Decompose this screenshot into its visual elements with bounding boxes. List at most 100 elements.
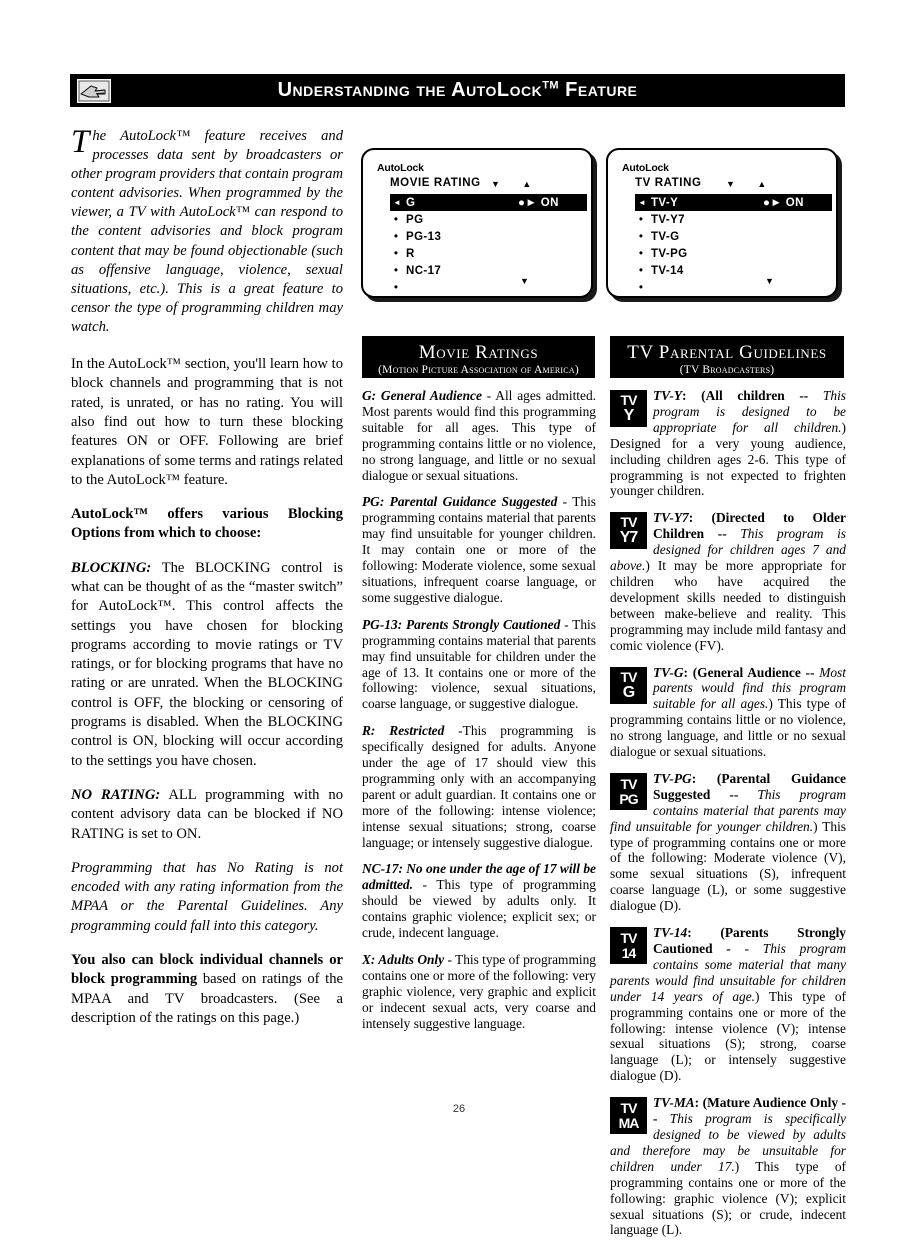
movie-rating-entry: G: General Audience - All ages admitted.… <box>362 388 596 483</box>
left-column: The AutoLock™ feature receives and proce… <box>71 124 344 1043</box>
tv-rating-entry: TV 14 TV-14: (Parents Strongly Cautioned… <box>610 925 846 1084</box>
movie-rating-term: G: General Audience <box>362 388 482 403</box>
tv-icon-bottom: 14 <box>621 945 637 962</box>
movie-rating-label: NC-17 <box>406 264 442 277</box>
tv-rating-label: TV-Y7 <box>651 213 685 226</box>
no-rating-term: NO RATING: <box>71 786 161 803</box>
movie-menu-subtitle: MOVIE RATING <box>390 177 481 189</box>
tv-menu-scroll-down-icon[interactable]: ▼ <box>765 276 774 286</box>
movie-rating-entry: PG-13: Parents Strongly Cautioned - This… <box>362 617 596 712</box>
movie-rating-list: ◄ G ●► ON • PG • PG-13 • R • NC-17 • <box>390 194 587 296</box>
tv-menu-updown-arrows-icon: ▼ ▲ <box>726 179 777 189</box>
tv-icon-top: TV <box>620 930 638 947</box>
tv-rating-entry: TV PG TV-PG: (Parental Guidance Suggeste… <box>610 771 846 914</box>
movie-rating-term: PG: Parental Guidance Suggested <box>362 494 558 510</box>
block-channels-paragraph: You also can block individual channels o… <box>71 951 343 1028</box>
tv-hand-pointer-icon <box>72 74 116 107</box>
movie-rating-description: -This programming is specifically design… <box>362 723 597 850</box>
tv-rating-row-tvy7[interactable]: • TV-Y7 <box>635 211 820 228</box>
tv-rating-bold: : (General Audience -- <box>683 664 820 680</box>
tv-y7-rating-icon: TV Y7 <box>610 512 647 550</box>
page-number: 26 <box>452 1103 466 1115</box>
tv-rating-row-empty[interactable]: • <box>635 279 820 296</box>
blocking-text: The BLOCKING control is what can be thou… <box>71 559 343 769</box>
movie-ratings-column: G: General Audience - All ages admitted.… <box>362 388 596 1043</box>
movie-rating-row-pg[interactable]: • PG <box>390 211 575 228</box>
tv-pg-rating-icon: TV PG <box>610 772 647 810</box>
tv-menu-subtitle: TV RATING <box>635 177 702 189</box>
selected-left-arrow-icon: ◄ <box>638 197 647 207</box>
tv-g-rating-icon: TV G <box>610 666 647 704</box>
page-header-bar: Understanding the AutoLockTM Feature <box>70 74 845 107</box>
tv-icon-bottom: Y7 <box>619 529 639 547</box>
movie-menu-scroll-down-icon[interactable]: ▼ <box>520 276 529 286</box>
tv-guidelines-banner: TV Parental Guidelines (TV Broadcasters) <box>610 336 844 378</box>
tv-rating-entry: TV MA TV-MA: (Mature Audience Only -- Th… <box>610 1095 846 1238</box>
movie-ratings-banner: Movie Ratings (Motion Picture Associatio… <box>362 336 595 378</box>
tv-14-rating-icon: TV 14 <box>610 927 647 965</box>
bullet-icon: • <box>639 247 644 259</box>
tv-rating-label: TV-PG <box>651 247 688 260</box>
movie-rating-label: PG-13 <box>406 230 442 243</box>
autolock-section-paragraph: In the AutoLock™ section, you'll learn h… <box>71 356 343 488</box>
movie-rating-label: PG <box>406 213 424 226</box>
drop-cap: T <box>71 124 90 160</box>
intro-text: he AutoLock™ feature receives and proces… <box>71 128 344 335</box>
tv-guidelines-banner-subtitle: (TV Broadcasters) <box>679 364 775 376</box>
tv-rating-row-tvg[interactable]: • TV-G <box>635 228 820 245</box>
trademark-symbol: TM <box>542 79 560 92</box>
movie-rating-term: X: Adults Only <box>362 952 445 967</box>
bullet-icon: • <box>639 230 644 242</box>
movie-rating-entry: NC-17: No one under the age of 17 will b… <box>362 861 596 941</box>
tv-icon-bottom: PG <box>619 790 638 807</box>
tv-rating-label: TV-Y <box>651 196 679 209</box>
tv-rating-row-tvy[interactable]: ◄ TV-Y ●► ON <box>635 194 832 211</box>
tv-rating-menu-screen: AutoLock TV RATING ▼ ▲ ◄ TV-Y ●► ON • TV… <box>606 148 838 298</box>
tv-rating-row-tv14[interactable]: • TV-14 <box>635 262 820 279</box>
movie-rating-row-nc17[interactable]: • NC-17 <box>390 262 575 279</box>
movie-ratings-banner-title: Movie Ratings <box>418 342 539 363</box>
movie-rating-row-empty[interactable]: • <box>390 279 575 296</box>
page-title-suffix: Feature <box>565 79 638 101</box>
bullet-icon: • <box>639 213 644 225</box>
tv-rating-label: TV-G <box>651 230 680 243</box>
movie-rating-label: R <box>406 247 415 260</box>
movie-menu-title: AutoLock <box>377 162 424 174</box>
tv-rating-bold: : (All children -- <box>682 388 823 403</box>
tv-rating-term: TV-Y <box>653 388 683 403</box>
selected-left-arrow-icon: ◄ <box>393 197 402 207</box>
tv-rating-term: TV-G <box>653 664 684 680</box>
tv-y-rating-icon: TV Y <box>610 390 647 427</box>
movie-rating-entry: PG: Parental Guidance Suggested - This p… <box>362 494 596 605</box>
blocking-paragraph: BLOCKING: The BLOCKING control is what c… <box>71 559 343 771</box>
movie-ratings-banner-subtitle: (Motion Picture Association of America) <box>378 364 579 376</box>
page-title-prefix: Understanding the AutoLock <box>277 79 543 101</box>
movie-rating-description: - This programming contains material tha… <box>362 494 597 605</box>
bullet-icon: • <box>394 230 399 242</box>
onscreen-menu-illustrations: AutoLock MOVIE RATING ▼ ▲ ◄ G ●► ON • PG… <box>361 148 847 306</box>
tv-rating-value: ●► ON <box>763 196 804 209</box>
movie-rating-term: PG-13: Parents Strongly Cautioned <box>362 616 561 632</box>
movie-rating-term: R: Restricted <box>362 723 445 739</box>
tv-guidelines-column: TV Y TV-Y: (All children -- This program… <box>610 388 846 1249</box>
movie-rating-row-g[interactable]: ◄ G ●► ON <box>390 194 587 211</box>
tv-rating-row-tvpg[interactable]: • TV-PG <box>635 245 820 262</box>
movie-rating-entry: R: Restricted -This programming is speci… <box>362 723 596 850</box>
page-title: Understanding the AutoLockTM Feature <box>278 79 638 102</box>
movie-rating-row-pg13[interactable]: • PG-13 <box>390 228 575 245</box>
no-rating-note: Programming that has No Rating is not en… <box>71 859 343 934</box>
tv-rating-entry: TV Y TV-Y: (All children -- This program… <box>610 388 846 499</box>
movie-rating-label: G <box>406 196 416 209</box>
tv-icon-bottom: Y <box>623 407 635 424</box>
movie-rating-value: ●► ON <box>518 196 559 209</box>
bullet-icon: • <box>394 281 399 293</box>
blocking-options-heading: AutoLock™ offers various Blocking Option… <box>71 506 343 542</box>
movie-rating-row-r[interactable]: • R <box>390 245 575 262</box>
blocking-term: BLOCKING: <box>71 559 152 576</box>
no-rating-paragraph: NO RATING: ALL programming with no conte… <box>71 786 343 844</box>
tv-icon-top: TV <box>620 775 638 792</box>
bullet-icon: • <box>639 281 644 293</box>
tv-rating-term: TV-Y7 <box>653 510 689 526</box>
tv-rating-term: TV-PG <box>653 770 692 786</box>
